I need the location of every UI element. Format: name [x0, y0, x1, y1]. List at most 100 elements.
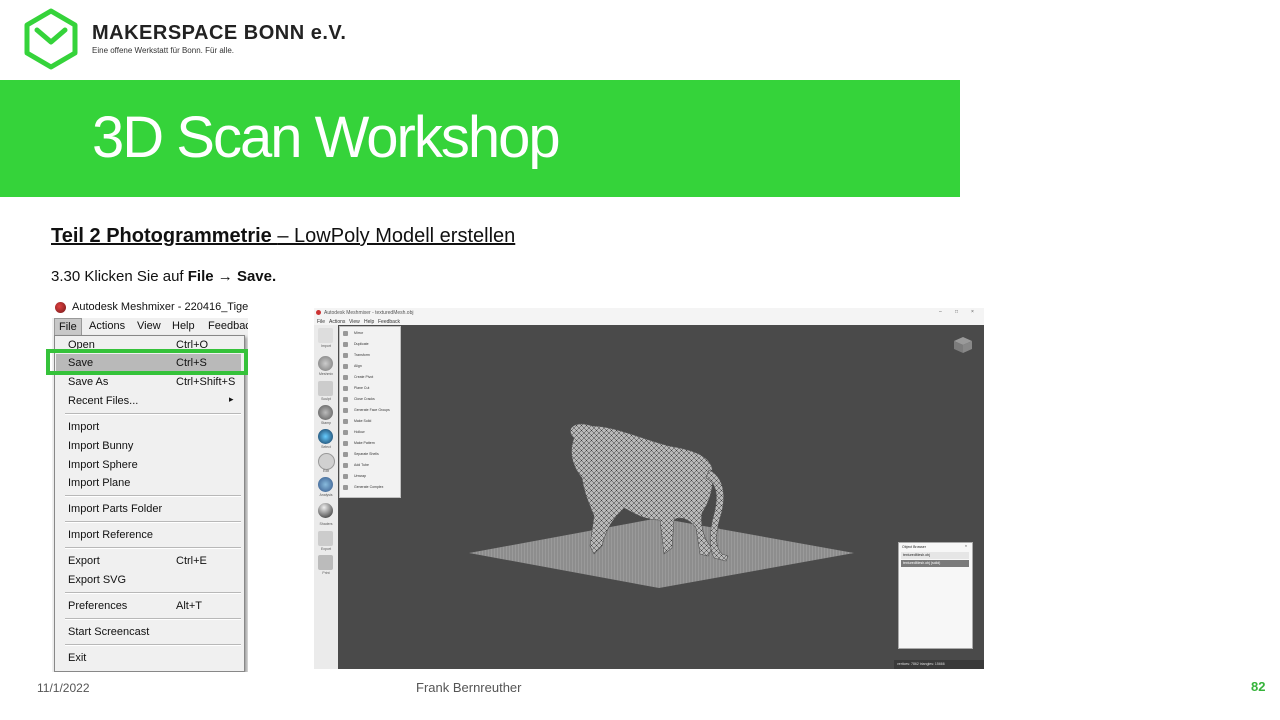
menu-item-preferences[interactable]: Preferences: [68, 600, 127, 612]
menu-item-import-reference[interactable]: Import Reference: [68, 529, 153, 541]
menu-separator: [65, 592, 241, 594]
arrow-right-icon: →: [217, 268, 233, 285]
stamp-icon[interactable]: [318, 405, 333, 420]
menu-file[interactable]: File: [54, 318, 82, 336]
meshmix-icon[interactable]: [318, 356, 333, 371]
meshmixer-screenshot: Autodesk Meshmixer - texturedMesh.obj – …: [314, 308, 984, 669]
submenu-item[interactable]: Unwrap: [343, 472, 398, 482]
menu-item-import-sphere[interactable]: Import Sphere: [68, 459, 138, 471]
meshmixer-app-icon: [55, 302, 66, 313]
submenu-item[interactable]: Mirror: [343, 329, 398, 339]
menu-feedback[interactable]: Feedback: [208, 320, 248, 332]
subtitle-bold: Teil 2 Photogrammetrie: [51, 225, 278, 247]
view-cube-icon[interactable]: [952, 336, 974, 354]
submenu-item[interactable]: Make Solid: [343, 417, 398, 427]
menu-help[interactable]: Help: [364, 319, 374, 325]
object-row[interactable]: texturedMesh.obj: [901, 552, 969, 559]
status-bar: vertices: 7862 triangles: 15666: [894, 660, 984, 669]
big-titlebar: Autodesk Meshmixer - texturedMesh.obj – …: [314, 308, 984, 318]
tool-label: Print: [322, 571, 330, 575]
submenu-item[interactable]: Generate Complex: [343, 483, 398, 493]
shortcut-preferences: Alt+T: [176, 600, 202, 612]
small-window-title: Autodesk Meshmixer - 220416_Tiger_15: [72, 301, 248, 313]
submenu-item[interactable]: Add Tube: [343, 461, 398, 471]
menu-help[interactable]: Help: [172, 320, 195, 332]
step-file: File: [187, 268, 214, 285]
small-titlebar: Autodesk Meshmixer - 220416_Tiger_15: [52, 298, 248, 318]
menu-separator: [65, 547, 241, 549]
submenu-item[interactable]: Close Cracks: [343, 395, 398, 405]
print-icon[interactable]: [318, 555, 333, 570]
menu-feedback[interactable]: Feedback: [378, 319, 400, 325]
tool-label: Export: [320, 547, 332, 551]
menu-item-export-svg[interactable]: Export SVG: [68, 574, 126, 586]
tool-sidebar: Import Meshmix Sculpt Stamp Select Edit …: [314, 325, 338, 669]
tiger-model-render: [469, 423, 854, 588]
export-icon[interactable]: [318, 531, 333, 546]
submenu-item[interactable]: Create Pivot: [343, 373, 398, 383]
file-dropdown: Open Ctrl+O Save Ctrl+S Save As Ctrl+Shi…: [54, 335, 245, 672]
page-number: 82: [1251, 679, 1266, 694]
select-icon[interactable]: [318, 429, 333, 444]
tool-label: Edit: [322, 469, 330, 473]
import-icon[interactable]: [318, 328, 333, 343]
shaders-icon[interactable]: [318, 503, 333, 518]
edit-icon[interactable]: [318, 453, 335, 470]
menu-item-start-screencast[interactable]: Start Screencast: [68, 626, 149, 638]
maximize-icon[interactable]: □: [955, 309, 958, 315]
menu-separator: [65, 413, 241, 415]
menu-view[interactable]: View: [137, 320, 161, 332]
menu-separator: [65, 495, 241, 497]
big-window-title: Autodesk Meshmixer - texturedMesh.obj: [324, 310, 414, 316]
menu-item-import-plane[interactable]: Import Plane: [68, 477, 130, 489]
shortcut-export: Ctrl+E: [176, 555, 207, 567]
org-tagline: Eine offene Werkstatt für Bonn. Für alle…: [92, 46, 234, 55]
page-title: 3D Scan Workshop: [92, 105, 561, 170]
menu-separator: [65, 644, 241, 646]
save-callout-box: [46, 349, 248, 375]
panel-close-icon[interactable]: ×: [965, 544, 967, 548]
submenu-arrow-icon: ▸: [229, 394, 234, 404]
step-instruction: 3.30 Klicken Sie auf File → Save.: [51, 268, 276, 285]
menu-item-import-bunny[interactable]: Import Bunny: [68, 440, 133, 452]
menu-item-import-parts-folder[interactable]: Import Parts Folder: [68, 503, 162, 515]
submenu-item[interactable]: Align: [343, 362, 398, 372]
submenu-item[interactable]: Make Pattern: [343, 439, 398, 449]
tool-label: Stamp: [320, 421, 332, 425]
submenu-item[interactable]: Duplicate: [343, 340, 398, 350]
analysis-icon[interactable]: [318, 477, 333, 492]
tool-label: Sculpt: [321, 397, 331, 401]
big-menubar: File Actions View Help Feedback: [314, 318, 984, 325]
section-subtitle: Teil 2 Photogrammetrie – LowPoly Modell …: [51, 225, 515, 248]
menu-item-import[interactable]: Import: [68, 421, 99, 433]
menu-view[interactable]: View: [349, 319, 360, 325]
object-browser-panel: Object Browser × texturedMesh.obj textur…: [898, 542, 973, 649]
small-menubar: File Actions View Help Feedback: [52, 318, 248, 336]
submenu-item[interactable]: Hollow: [343, 428, 398, 438]
submenu-item[interactable]: Plane Cut: [343, 384, 398, 394]
object-row-selected[interactable]: texturedMesh.obj (solid): [901, 560, 969, 567]
step-prefix: 3.30 Klicken Sie auf: [51, 268, 188, 285]
submenu-item[interactable]: Separate Shells: [343, 450, 398, 460]
meshmixer-app-icon: [316, 310, 321, 315]
menu-separator: [65, 521, 241, 523]
close-icon[interactable]: ×: [971, 309, 974, 315]
footer-date: 11/1/2022: [37, 681, 90, 695]
menu-item-exit[interactable]: Exit: [68, 652, 86, 664]
tool-label: Import: [321, 344, 331, 348]
minimize-icon[interactable]: –: [939, 309, 942, 315]
shortcut-save-as: Ctrl+Shift+S: [176, 376, 236, 388]
tool-label: Analysis: [319, 493, 333, 497]
menu-item-export[interactable]: Export: [68, 555, 100, 567]
tool-label: Select: [321, 445, 331, 449]
menu-item-save-as[interactable]: Save As: [68, 376, 108, 388]
makerspace-logo-icon: [24, 8, 78, 70]
sculpt-icon[interactable]: [318, 381, 333, 396]
submenu-item[interactable]: Transform: [343, 351, 398, 361]
step-save: Save.: [236, 268, 277, 285]
menu-actions[interactable]: Actions: [89, 320, 125, 332]
menu-separator: [65, 618, 241, 620]
org-name: MAKERSPACE BONN e.V.: [92, 22, 347, 44]
submenu-item[interactable]: Generate Face Groups: [343, 406, 398, 416]
menu-item-recent-files[interactable]: Recent Files...: [68, 395, 138, 407]
